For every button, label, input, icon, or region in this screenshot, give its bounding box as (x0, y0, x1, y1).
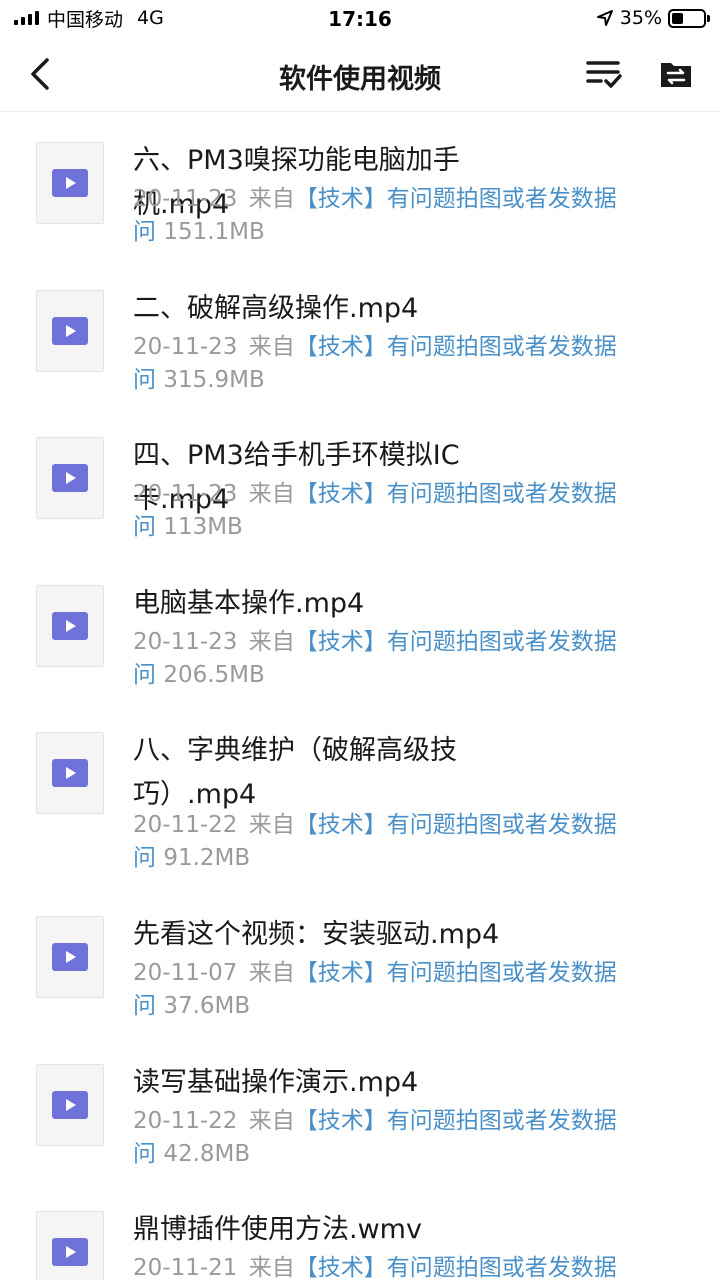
transfer-button[interactable] (654, 54, 698, 94)
play-icon (52, 1238, 88, 1266)
file-name: 读写基础操作演示.mp4 (133, 1067, 419, 1098)
file-date: 20-11-23 (133, 481, 238, 507)
battery-icon (668, 8, 710, 28)
status-bar: 中国移动 4G 17:16 35% (0, 0, 720, 38)
file-from: 来自 (248, 960, 295, 986)
file-meta: 20-11-23 来自【技术】有问题拍图或者发数据问 113MB (133, 478, 633, 544)
file-date: 20-11-22 (133, 1108, 238, 1134)
file-meta: 20-11-22 来自【技术】有问题拍图或者发数据问 91.2MB (133, 809, 633, 875)
video-thumbnail[interactable] (36, 732, 104, 814)
file-size: 113MB (163, 514, 243, 540)
play-icon (52, 612, 88, 640)
file-name: 二、破解高级操作.mp4 (133, 293, 419, 324)
video-thumbnail[interactable] (36, 1211, 104, 1280)
multi-select-icon (586, 61, 622, 88)
play-icon (52, 317, 88, 345)
file-size: 206.5MB (163, 662, 265, 688)
file-date: 20-11-23 (133, 334, 238, 360)
file-meta: 20-11-23 来自【技术】有问题拍图或者发数据问 206.5MB (133, 626, 633, 692)
multi-select-button[interactable] (582, 54, 626, 94)
video-thumbnail[interactable] (36, 142, 104, 224)
file-date: 20-11-22 (133, 812, 238, 838)
file-meta: 20-11-21 来自【技术】有问题拍图或者发数据问 (133, 1252, 633, 1280)
play-icon (52, 169, 88, 197)
file-date: 20-11-23 (133, 629, 238, 655)
file-from: 来自 (248, 812, 295, 838)
file-meta: 20-11-23 来自【技术】有问题拍图或者发数据问 151.1MB (133, 183, 633, 249)
file-meta: 20-11-07 来自【技术】有问题拍图或者发数据问 37.6MB (133, 957, 633, 1023)
play-icon (52, 943, 88, 971)
status-right: 35% (596, 7, 710, 29)
battery-fill (672, 12, 683, 24)
file-from: 来自 (248, 334, 295, 360)
location-icon (596, 10, 613, 26)
video-thumbnail[interactable] (36, 290, 104, 372)
nav-bar: 软件使用视频 (0, 38, 720, 112)
file-from: 来自 (248, 481, 295, 507)
file-from: 来自 (248, 1255, 295, 1280)
file-name: 先看这个视频：安装驱动.mp4 (133, 919, 500, 950)
file-size: 42.8MB (163, 1141, 251, 1167)
play-icon (52, 464, 88, 492)
file-meta: 20-11-22 来自【技术】有问题拍图或者发数据问 42.8MB (133, 1105, 633, 1171)
file-name: 电脑基本操作.mp4 (133, 588, 365, 619)
video-thumbnail[interactable] (36, 437, 104, 519)
file-date: 20-11-23 (133, 186, 238, 212)
video-thumbnail[interactable] (36, 916, 104, 998)
video-thumbnail[interactable] (36, 585, 104, 667)
file-date: 20-11-07 (133, 960, 238, 986)
play-icon (52, 759, 88, 787)
file-size: 37.6MB (163, 993, 251, 1019)
file-from: 来自 (248, 629, 295, 655)
folder-transfer-icon (661, 63, 691, 87)
video-thumbnail[interactable] (36, 1064, 104, 1146)
play-icon (52, 1091, 88, 1119)
file-from: 来自 (248, 1108, 295, 1134)
file-name: 八、字典维护（破解高级技巧）.mp4 (133, 735, 457, 810)
file-size: 91.2MB (163, 845, 251, 871)
file-name: 鼎博插件使用方法.wmv (133, 1214, 422, 1245)
file-size: 315.9MB (163, 367, 265, 393)
file-date: 20-11-21 (133, 1255, 238, 1280)
battery-percent: 35% (619, 7, 662, 29)
file-size: 151.1MB (163, 219, 265, 245)
file-from: 来自 (248, 186, 295, 212)
file-meta: 20-11-23 来自【技术】有问题拍图或者发数据问 315.9MB (133, 331, 633, 397)
